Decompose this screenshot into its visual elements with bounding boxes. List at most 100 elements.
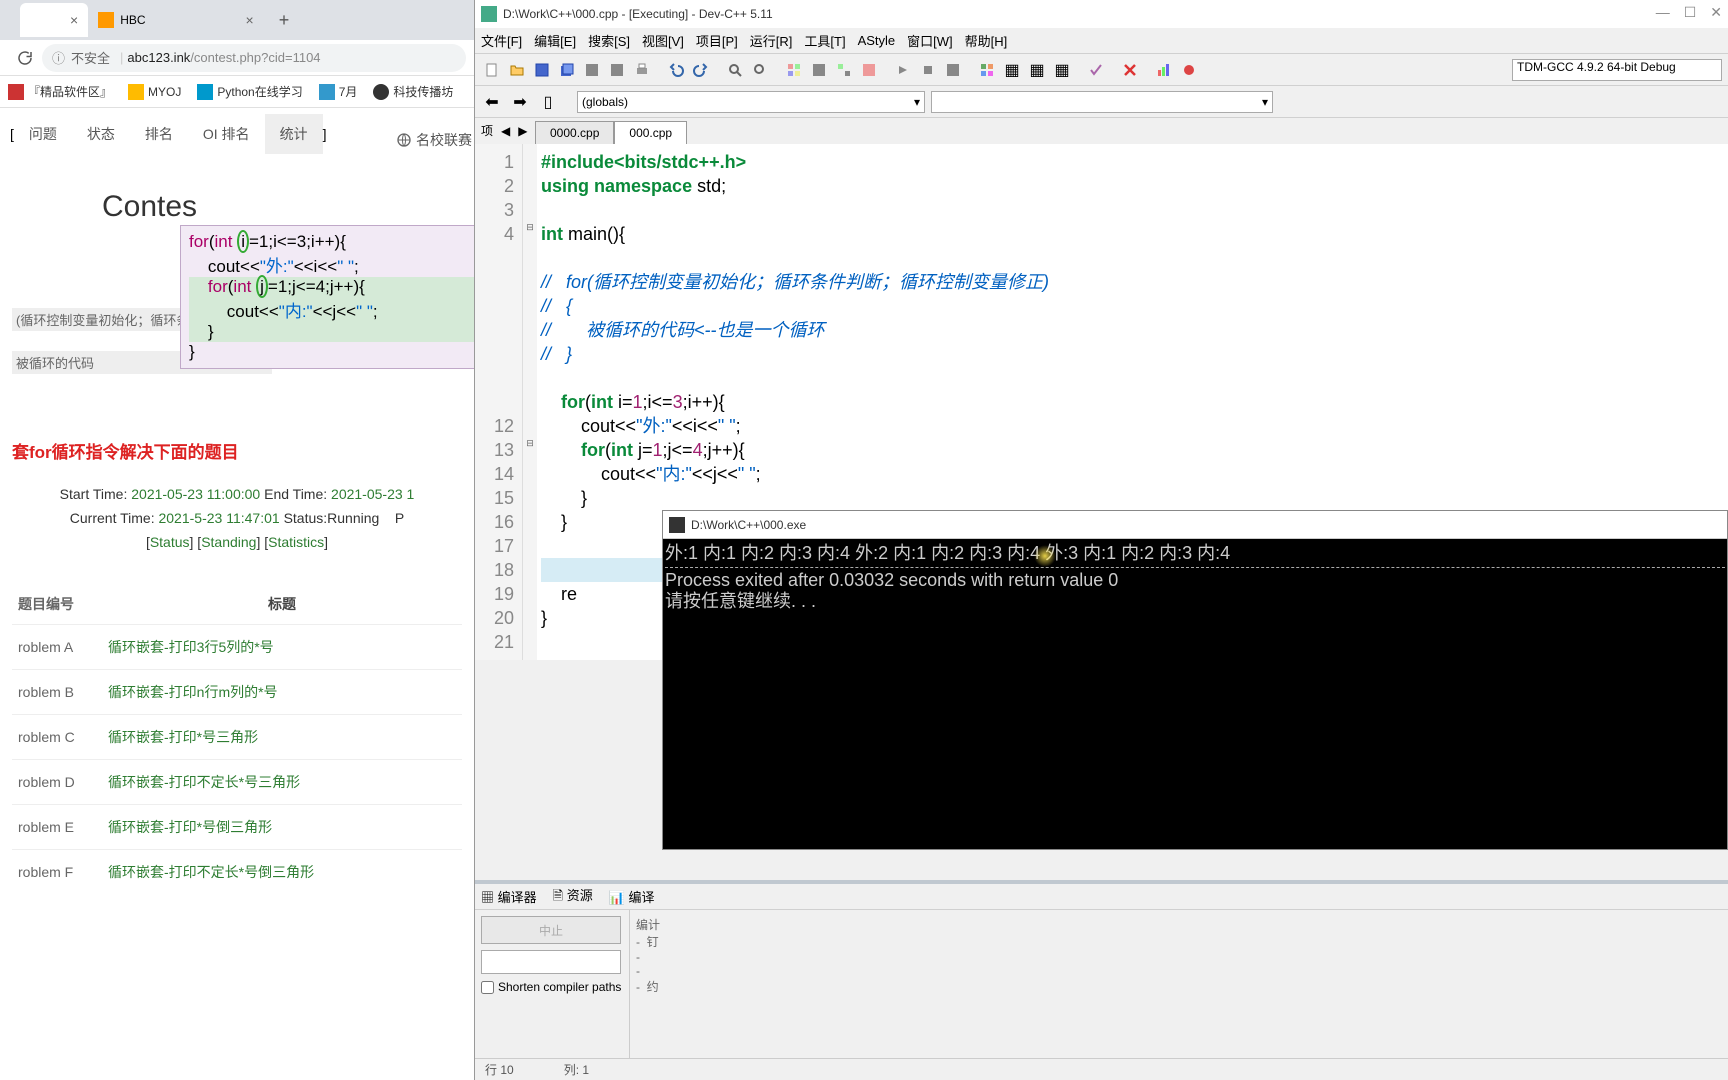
maximize-icon[interactable]: ☐ — [1684, 4, 1697, 21]
compiler-selector[interactable]: TDM-GCC 4.9.2 64-bit Debug — [1512, 59, 1722, 81]
close-icon[interactable]: × — [246, 12, 254, 28]
table-row[interactable]: roblem C循环嵌套-打印*号三角形 — [12, 714, 462, 759]
bookmark-4[interactable]: 7月 — [319, 83, 358, 100]
table-row[interactable]: roblem A循环嵌套-打印3行5列的*号 — [12, 624, 462, 669]
browser-tabs: × HBC × + — [0, 0, 474, 40]
run-icon[interactable] — [808, 59, 830, 81]
nav-rank[interactable]: 排名 — [130, 114, 188, 154]
tab-compile-log[interactable]: 📊 编译 — [609, 887, 655, 906]
file-tab-1[interactable]: 0000.cpp — [535, 121, 614, 144]
bookmark-icon[interactable]: ▯ — [537, 91, 559, 113]
chevron-right-icon[interactable]: ▶ — [518, 124, 527, 138]
bottom-panel: ▦ 编译器 🗎 资源 📊 编译 中止 Shorten compiler path… — [475, 880, 1728, 1080]
menu-search[interactable]: 搜索[S] — [588, 31, 630, 50]
replace-icon[interactable] — [749, 59, 771, 81]
console-icon — [669, 517, 685, 533]
security-warning: 不安全 — [71, 48, 110, 67]
profile-icon[interactable] — [942, 59, 964, 81]
line-numbers: 123 4 12 131415 161718 192021 — [475, 144, 523, 660]
table-row[interactable]: roblem B循环嵌套-打印n行m列的*号 — [12, 669, 462, 714]
tab-resource[interactable]: 🗎 资源 — [553, 885, 593, 909]
nav-problems[interactable]: 问题 — [14, 114, 72, 154]
new-file-icon[interactable] — [481, 59, 503, 81]
statistics-link[interactable]: Statistics — [268, 534, 324, 550]
tool-icon[interactable]: ▦ — [1001, 59, 1023, 81]
save-all-icon[interactable] — [556, 59, 578, 81]
table-row[interactable]: roblem D循环嵌套-打印不定长*号三角形 — [12, 759, 462, 804]
shorten-paths-checkbox[interactable]: Shorten compiler paths — [481, 980, 623, 994]
console-output[interactable]: 外:1 内:1 内:2 内:3 内:4 外:2 内:1 内:2 内:3 内:4 … — [663, 539, 1727, 617]
section-title: 套for循环指令解决下面的题目 — [12, 438, 462, 463]
menu-file[interactable]: 文件[F] — [481, 31, 522, 50]
tool-icon[interactable]: ▦ — [1026, 59, 1048, 81]
menu-help[interactable]: 帮助[H] — [965, 31, 1008, 50]
standing-link[interactable]: Standing — [201, 534, 256, 550]
app-icon — [481, 6, 497, 22]
check-icon[interactable] — [1085, 59, 1107, 81]
menu-run[interactable]: 运行[R] — [750, 31, 793, 50]
undo-icon[interactable] — [665, 59, 687, 81]
problem-table: 题目编号 标题 roblem A循环嵌套-打印3行5列的*号 roblem B循… — [12, 584, 462, 894]
close-file-icon[interactable] — [606, 59, 628, 81]
table-row[interactable]: roblem F循环嵌套-打印不定长*号倒三角形 — [12, 849, 462, 894]
bookmark-5[interactable]: 科技传播坊 — [373, 83, 453, 100]
save-as-icon[interactable] — [581, 59, 603, 81]
close-icon[interactable]: × — [70, 12, 78, 28]
open-icon[interactable] — [506, 59, 528, 81]
menu-project[interactable]: 项目[P] — [696, 31, 738, 50]
debug-icon[interactable] — [892, 59, 914, 81]
tool-icon[interactable]: ▦ — [1051, 59, 1073, 81]
menu-tools[interactable]: 工具[T] — [804, 31, 845, 50]
address-row: ⓘ 不安全 | abc123.ink /contest.php?cid=1104 — [0, 40, 474, 76]
minimize-icon[interactable]: — — [1656, 4, 1670, 21]
save-icon[interactable] — [531, 59, 553, 81]
file-tabs: 0000.cpp 000.cpp — [475, 118, 1728, 144]
menu-view[interactable]: 视图[V] — [642, 31, 684, 50]
menu-window[interactable]: 窗口[W] — [907, 31, 953, 50]
nav-oi-rank[interactable]: OI 排名 — [188, 114, 265, 154]
nav-stats[interactable]: 统计 — [265, 114, 323, 154]
compile-icon[interactable] — [783, 59, 805, 81]
forward-icon[interactable]: ➡ — [509, 91, 531, 113]
url-domain: abc123.ink — [127, 50, 190, 65]
browser-tab-1[interactable]: × — [20, 3, 88, 37]
delete-icon[interactable] — [1119, 59, 1141, 81]
grid-icon[interactable] — [976, 59, 998, 81]
mouse-cursor-highlight — [1034, 545, 1056, 567]
bottom-tabs: ▦ 编译器 🗎 资源 📊 编译 — [475, 884, 1728, 910]
menu-astyle[interactable]: AStyle — [858, 33, 896, 48]
chevron-left-icon[interactable]: ◀ — [501, 124, 510, 138]
nav-status[interactable]: 状态 — [72, 114, 130, 154]
menu-edit[interactable]: 编辑[E] — [534, 31, 576, 50]
table-row[interactable]: roblem E循环嵌套-打印*号倒三角形 — [12, 804, 462, 849]
rebuild-icon[interactable] — [858, 59, 880, 81]
globals-combo[interactable]: (globals)▾ — [577, 91, 925, 113]
new-tab-button[interactable]: + — [279, 10, 290, 31]
search-input[interactable] — [481, 950, 621, 974]
window-title: D:\Work\C++\000.cpp - [Executing] - Dev-… — [503, 7, 773, 21]
toolbar2: ⬅ ➡ ▯ (globals)▾ ▾ — [475, 86, 1728, 118]
stop-icon[interactable] — [917, 59, 939, 81]
stop-button[interactable]: 中止 — [481, 916, 621, 944]
find-icon[interactable] — [724, 59, 746, 81]
browser-tab-2[interactable]: HBC × — [88, 3, 264, 37]
file-tab-2[interactable]: 000.cpp — [614, 121, 687, 144]
info-icon: ⓘ — [52, 48, 65, 67]
bookmark-1[interactable]: 『精品软件区』 — [8, 83, 112, 100]
reload-icon[interactable] — [16, 49, 34, 67]
bookmark-3[interactable]: Python在线学习 — [197, 83, 302, 100]
print-icon[interactable] — [631, 59, 653, 81]
compile-run-icon[interactable] — [833, 59, 855, 81]
redo-icon[interactable] — [690, 59, 712, 81]
side-contest-link[interactable]: 名校联赛 — [396, 130, 472, 150]
members-combo[interactable]: ▾ — [931, 91, 1273, 113]
chart-icon[interactable] — [1153, 59, 1175, 81]
back-icon[interactable]: ⬅ — [481, 91, 503, 113]
bookmark-2[interactable]: MYOJ — [128, 84, 181, 100]
bug-icon[interactable] — [1178, 59, 1200, 81]
close-icon[interactable]: ✕ — [1710, 4, 1722, 21]
address-bar[interactable]: ⓘ 不安全 | abc123.ink /contest.php?cid=1104 — [42, 44, 466, 72]
vertical-bar: | — [120, 50, 123, 65]
status-link[interactable]: Status — [150, 534, 190, 550]
tab-compiler[interactable]: ▦ 编译器 — [481, 887, 537, 906]
